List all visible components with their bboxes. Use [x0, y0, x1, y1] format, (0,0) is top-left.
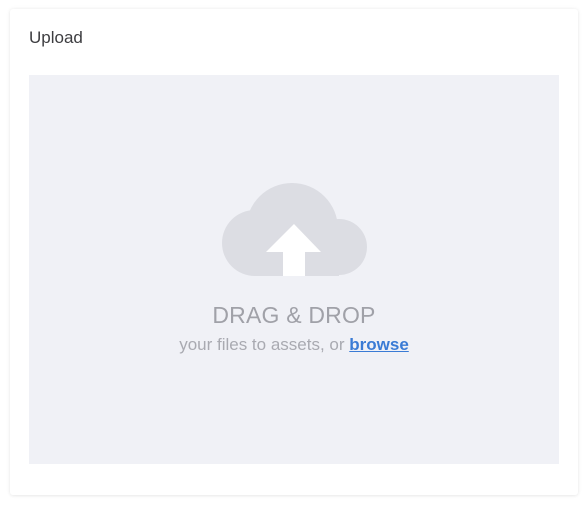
- dropzone[interactable]: DRAG & DROP your files to assets, or bro…: [29, 75, 559, 464]
- upload-card: Upload DRAG & DROP your files to assets,…: [10, 9, 578, 495]
- browse-link[interactable]: browse: [349, 335, 409, 354]
- drag-drop-title: DRAG & DROP: [212, 302, 376, 328]
- card-title: Upload: [29, 28, 83, 47]
- drag-drop-subtitle: your files to assets, or browse: [29, 334, 559, 356]
- cloud-upload-icon: [222, 183, 367, 276]
- drag-drop-subtitle-text: your files to assets, or: [179, 335, 345, 354]
